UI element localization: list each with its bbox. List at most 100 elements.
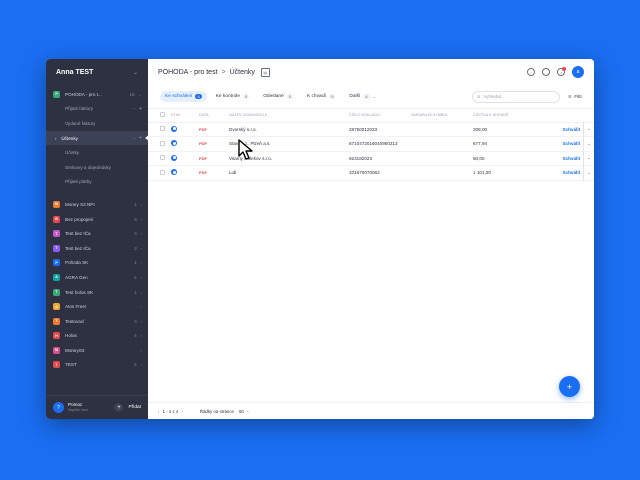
company-count: 3 (134, 231, 137, 237)
company-count: 4 (134, 274, 137, 280)
select-all-checkbox[interactable] (160, 112, 165, 118)
company-badge: P (53, 259, 60, 267)
amount-cell: 1 101,00 (473, 170, 491, 176)
chat-icon[interactable]: … (542, 68, 550, 76)
approve-button[interactable]: Schválit (540, 151, 584, 166)
company-label: Testovací (65, 318, 85, 324)
approve-button[interactable]: Schválit (540, 122, 584, 137)
breadcrumb-company[interactable]: POHODA - pro test (158, 69, 218, 76)
tab-dalsi[interactable]: Další 4 ⌄ (344, 91, 381, 102)
table-row[interactable]: PDF Dvorský s.r.o. 28750012023 208,00 Sc… (148, 122, 594, 137)
row-checkbox[interactable] (160, 126, 165, 132)
row-select-cell (148, 137, 168, 152)
main-content: POHODA - pro test > Účtenky ▤ ◦ … ♪ a Ke… (148, 59, 594, 419)
column-header[interactable]: ČÁSTKA K ÚHRADĚ (470, 109, 540, 122)
sidebar-company[interactable]: T Test bez IČa 3 › (46, 241, 148, 256)
sidebar-company[interactable]: P Pohoda SK 1 › (46, 256, 148, 271)
select-all-cell[interactable] (148, 109, 168, 122)
sidebar-company[interactable]: T Test holos SK 1 › (46, 285, 148, 300)
filter-button[interactable]: ≡ Filtr (568, 94, 582, 100)
company-label: MoneyS3 (65, 347, 85, 353)
row-checkbox[interactable] (160, 169, 165, 175)
more-icon[interactable]: ··· (132, 136, 136, 141)
column-header[interactable]: NÁZEV DODAVATELE (226, 109, 346, 122)
file-cell: PDF (196, 122, 226, 137)
bell-icon[interactable]: ♪ (557, 67, 566, 76)
chevron-down-icon: ⌄ (245, 408, 250, 413)
approve-button[interactable]: Schválit (540, 137, 584, 152)
sidebar-company[interactable]: M MoneyS3 › (46, 343, 148, 358)
tab-odeslane[interactable]: Odeslané 0 (258, 91, 298, 102)
row-checkbox[interactable] (160, 155, 165, 161)
company-badge: T (53, 317, 60, 325)
pdf-icon[interactable]: PDF (199, 127, 207, 132)
amount-cell: 50,00 (473, 155, 485, 161)
sidebar-item-ucetky[interactable]: Účetky (46, 145, 148, 160)
top-actions: ◦ … ♪ a (527, 66, 584, 78)
vs-cell (408, 151, 470, 166)
company-count: 1 (134, 289, 137, 295)
sidebar-company[interactable]: T Test bez IČa 3 › (46, 226, 148, 241)
row-menu-icon[interactable]: ⌄ (583, 151, 594, 166)
status-cell (168, 151, 196, 166)
row-menu-icon[interactable]: ⌄ (583, 165, 594, 180)
column-header[interactable]: STAV (168, 109, 196, 122)
approve-button[interactable]: Schválit (540, 166, 584, 181)
company-badge: T (53, 244, 60, 252)
tab-ke-kontrole[interactable]: Ke kontrole 0 (211, 91, 255, 102)
tab-label: Ke schválení (165, 94, 193, 99)
sidebar-item-prijate-platby[interactable]: Přijaté platby (46, 175, 148, 190)
sidebar-company[interactable]: B Bez propojení 8 › (46, 212, 148, 227)
sidebar-company[interactable]: A AGRA Gen 4 › (46, 270, 148, 285)
sidebar-item-uctenky[interactable]: › Účtenky ··· + (46, 130, 149, 146)
sidebar-company[interactable]: T Testovací 3 › (46, 314, 148, 329)
search-placeholder: Vyhledat... (483, 94, 505, 99)
sidebar-item-vydane-faktury[interactable]: Vydané faktury (46, 116, 148, 131)
add-icon[interactable]: + (139, 106, 142, 112)
add-document-button[interactable]: + (559, 376, 580, 397)
add-button[interactable]: Přidat (128, 405, 141, 410)
column-header[interactable]: DATA (196, 109, 226, 122)
column-header[interactable]: ČÍSLO DOKLADU (346, 109, 408, 122)
sidebar-company[interactable]: H Holos 4 › (46, 329, 148, 344)
table-row[interactable]: PDF Vitamy Holešov s.r.o. 923182023 50,0… (148, 151, 594, 166)
user-icon[interactable]: ◦ (527, 68, 535, 76)
sidebar-company[interactable]: A Atos Free! › (46, 299, 148, 314)
avatar[interactable]: a (572, 66, 584, 78)
pdf-icon[interactable]: PDF (199, 170, 207, 175)
rows-per-page-select[interactable]: 50 (239, 409, 244, 414)
add-icon[interactable]: + (139, 135, 142, 141)
table-row[interactable]: PDF Stavby J.. Plzeň a.s. 67104720160409… (148, 136, 594, 152)
amount-cell: 677,94 (473, 141, 488, 147)
row-menu-icon[interactable]: ⌄ (583, 136, 594, 151)
more-icon[interactable]: ··· (132, 106, 136, 111)
sidebar-item-prijate-faktury[interactable]: Přijaté faktury ··· + (46, 102, 148, 117)
plus-icon[interactable]: + (114, 403, 124, 412)
sidebar-company[interactable]: M Money S3 NPI 1 › (46, 197, 148, 212)
chevron-down-icon: ⌄ (138, 91, 142, 97)
row-select-cell (148, 151, 168, 166)
next-page-icon[interactable]: › (181, 409, 182, 414)
document-icon[interactable]: ▤ (260, 67, 270, 77)
company-badge: T (53, 230, 60, 238)
pdf-icon[interactable]: PDF (199, 141, 207, 146)
help-icon[interactable]: ? (53, 402, 64, 413)
sidebar-company-pohoda[interactable]: P POHODA - pro t... 16 ⌄ (46, 87, 148, 102)
user-switcher[interactable]: Anna TEST ⌄ (46, 59, 148, 85)
row-menu-icon[interactable]: ⌄ (583, 122, 594, 137)
search-input[interactable]: ⌕ Vyhledat... (472, 90, 561, 103)
help-button[interactable]: Pomoc Napište nám (68, 402, 114, 413)
sidebar-company[interactable]: T TEST 5 › (46, 358, 148, 373)
pdf-icon[interactable]: PDF (199, 156, 207, 161)
column-header[interactable]: VARIABILNÍ SYMBOL (408, 109, 470, 122)
sidebar-list: P POHODA - pro t... 16 ⌄ Přijaté faktury… (46, 85, 149, 373)
company-badge: T (53, 361, 60, 369)
row-checkbox[interactable] (160, 140, 165, 146)
tab-k-chvacli[interactable]: K chvacli 0 (302, 91, 340, 102)
tab-label: Další (349, 94, 361, 99)
tab-ke-schvaleni[interactable]: Ke schválení 4 (160, 91, 207, 102)
sidebar-item-smlouvy[interactable]: Smlouvy a objednávky (46, 160, 148, 175)
table-row[interactable]: PDF Lidl 101870070062 1 101,00 Schválit … (148, 165, 594, 181)
company-badge: H (53, 332, 60, 340)
prev-page-icon[interactable]: ‹ (158, 409, 159, 414)
